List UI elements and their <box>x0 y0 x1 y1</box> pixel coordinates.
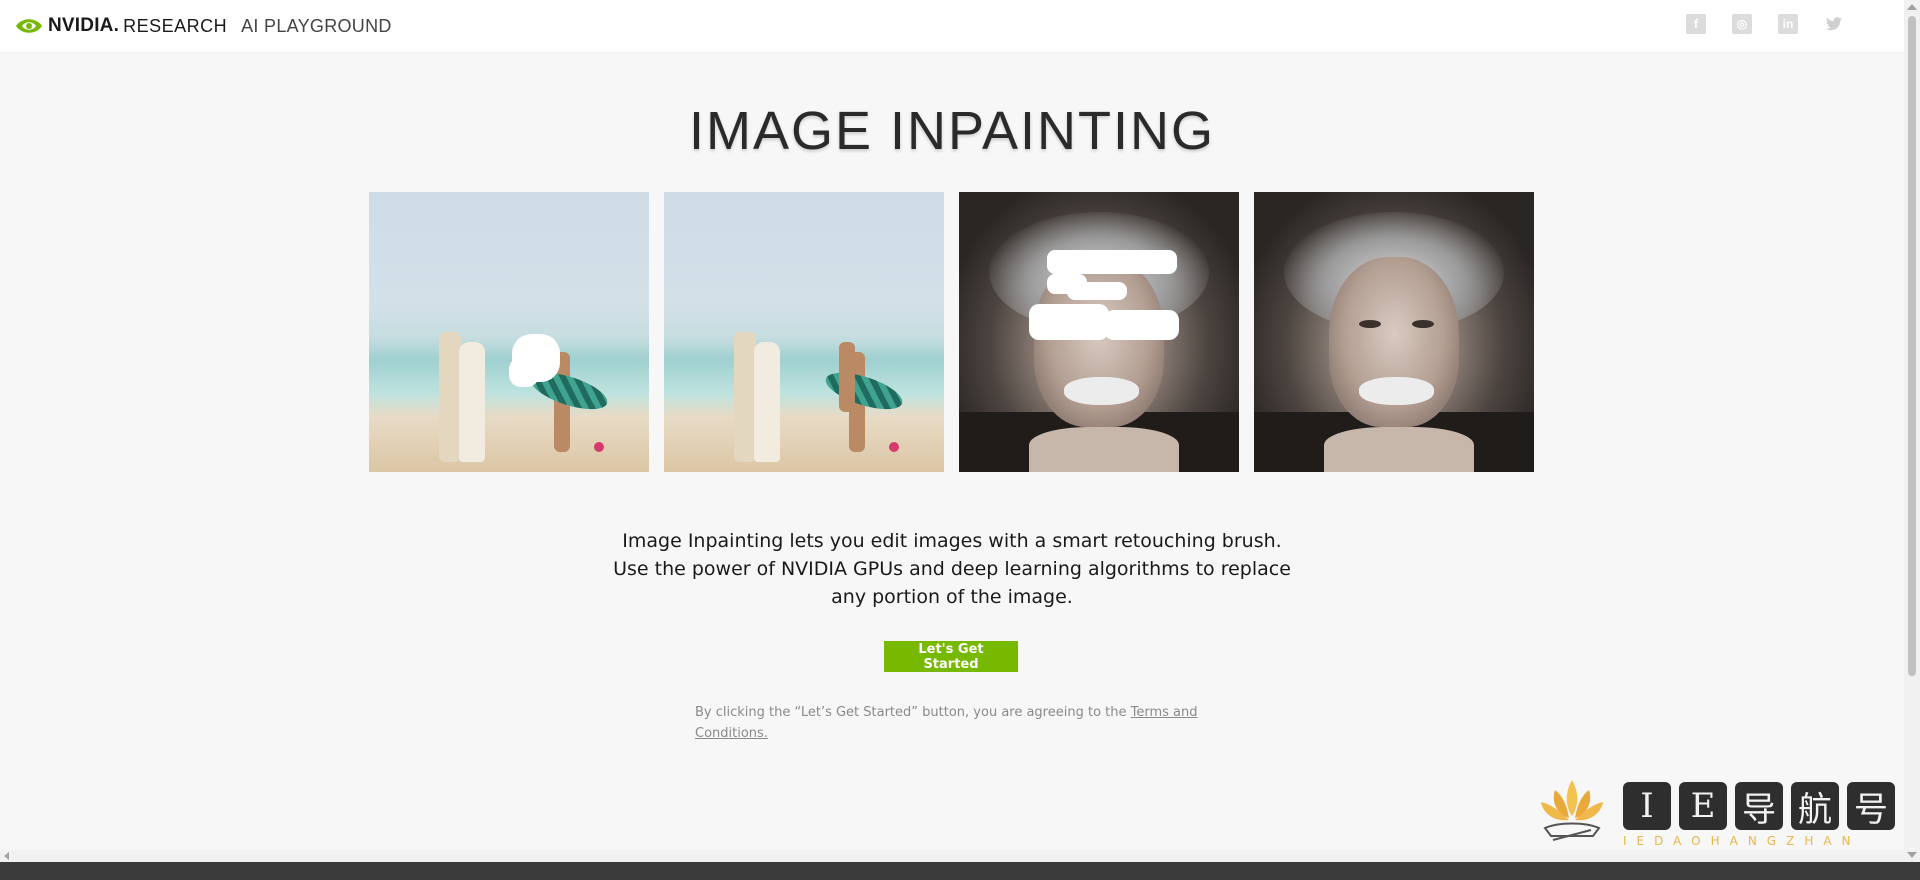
flower <box>594 442 604 452</box>
example-image-beach-masked <box>369 192 649 472</box>
figure-groom <box>734 332 756 462</box>
watermark-logo: I E 导 航 号 IEDAOHANGZHAN <box>1535 772 1900 852</box>
description-line: Image Inpainting lets you edit images wi… <box>622 530 1282 552</box>
scroll-up-icon[interactable] <box>1907 4 1917 10</box>
scrollbar-thumb[interactable] <box>1908 16 1916 676</box>
inpaint-mask <box>1067 282 1127 300</box>
nvidia-eye-icon <box>16 19 42 33</box>
twitter-icon[interactable] <box>1824 14 1844 34</box>
scroll-left-icon[interactable] <box>4 852 9 860</box>
mustache <box>1359 377 1434 405</box>
inpaint-mask <box>509 357 539 387</box>
brand-playground-text: AI PLAYGROUND <box>241 15 392 36</box>
page: NVIDIA. RESEARCH AI PLAYGROUND f ◎ in IM… <box>0 0 1920 880</box>
inpaint-mask <box>1047 250 1177 274</box>
scroll-down-icon[interactable] <box>1907 852 1917 858</box>
right-eye <box>1412 320 1434 328</box>
instagram-icon[interactable]: ◎ <box>1732 14 1752 34</box>
example-image-portrait-result <box>1254 192 1534 472</box>
terms-notice: By clicking the “Let’s Get Started” butt… <box>695 702 1215 744</box>
watermark-char: I <box>1623 782 1671 830</box>
figure-surfer-restored <box>839 342 855 412</box>
twitter-bird-icon <box>1826 17 1842 31</box>
watermark-char: 导 <box>1735 782 1783 830</box>
flower <box>889 442 899 452</box>
terms-text: By clicking the “Let’s Get Started” butt… <box>695 705 1131 720</box>
watermark-subtitle: IEDAOHANGZHAN <box>1623 834 1861 848</box>
lotus-icon <box>1541 780 1603 841</box>
example-gallery <box>369 192 1534 472</box>
facebook-icon[interactable]: f <box>1686 14 1706 34</box>
get-started-button[interactable]: Let's Get Started <box>884 641 1018 672</box>
horizontal-scrollbar[interactable] <box>0 850 1904 862</box>
description-line: any portion of the image. <box>831 586 1073 608</box>
example-image-portrait-masked <box>959 192 1239 472</box>
top-navbar: NVIDIA. RESEARCH AI PLAYGROUND f ◎ in <box>0 0 1904 52</box>
brand-nvidia-text: NVIDIA. <box>48 15 120 36</box>
inpaint-mask <box>1104 310 1179 340</box>
vertical-scrollbar[interactable] <box>1904 0 1920 862</box>
page-title: IMAGE INPAINTING <box>688 101 1216 161</box>
description-line: Use the power of NVIDIA GPUs and deep le… <box>613 558 1291 580</box>
hands <box>1029 427 1179 472</box>
hands <box>1324 427 1474 472</box>
bottom-bar <box>0 862 1920 880</box>
figure-bride <box>459 342 485 462</box>
watermark-char: E <box>1679 782 1727 830</box>
figure-groom <box>439 332 461 462</box>
watermark-char: 号 <box>1847 782 1895 830</box>
brand-logo[interactable]: NVIDIA. RESEARCH AI PLAYGROUND <box>14 12 392 40</box>
left-eye <box>1359 320 1381 328</box>
description: Image Inpainting lets you edit images wi… <box>0 527 1904 611</box>
watermark-char: 航 <box>1791 782 1839 830</box>
inpaint-mask <box>1029 304 1109 340</box>
example-image-beach-result <box>664 192 944 472</box>
figure-bride <box>754 342 780 462</box>
brand-research-text: RESEARCH <box>123 15 228 36</box>
mustache <box>1064 377 1139 405</box>
linkedin-icon[interactable]: in <box>1778 14 1798 34</box>
social-links: f ◎ in <box>1686 14 1844 34</box>
